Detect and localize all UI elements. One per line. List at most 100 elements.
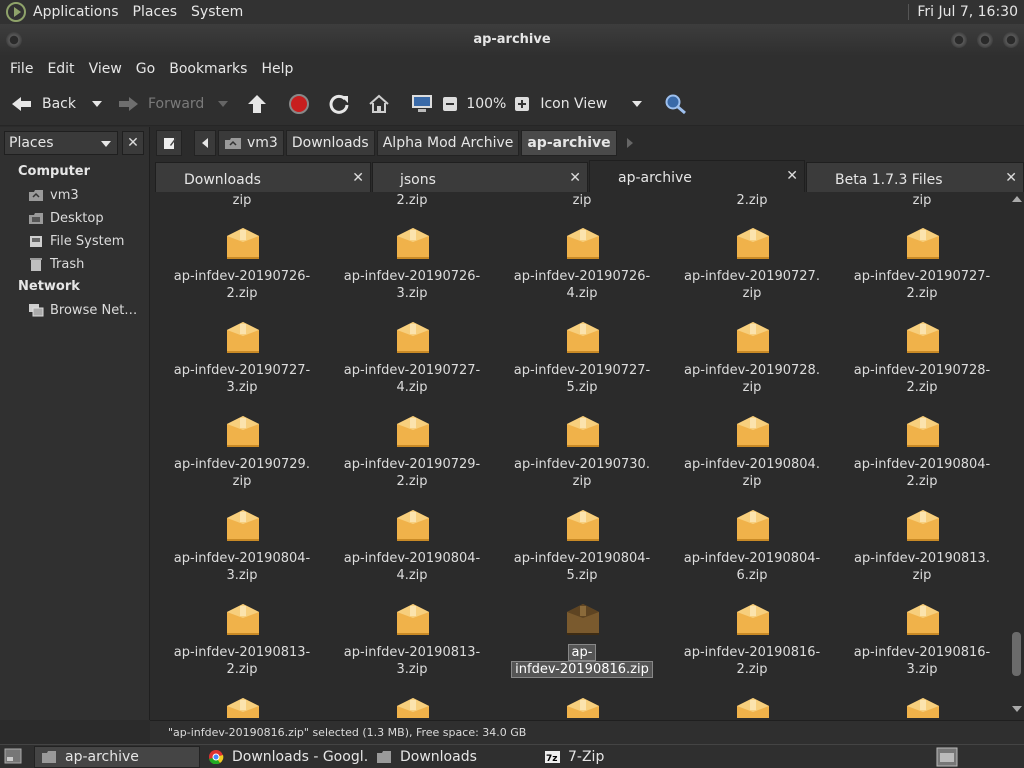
file-label-line-1: ap- xyxy=(567,644,597,661)
file-label: ap-infdev-20190804- 5.zip xyxy=(497,550,667,584)
show-desktop-icon[interactable] xyxy=(4,748,22,764)
scroll-up-arrow-icon[interactable] xyxy=(1012,196,1022,202)
menu-edit[interactable]: Edit xyxy=(40,61,81,77)
chevron-right-icon[interactable] xyxy=(625,137,635,149)
tab-jsons[interactable]: jsons ✕ xyxy=(372,162,588,192)
places-menu[interactable]: Places xyxy=(126,4,185,20)
file-icon-view[interactable]: zip 2.zip zip 2.zip zip ap-infdev-20190726- 2.… xyxy=(155,192,1009,718)
file-label-line-2: zip xyxy=(912,568,932,583)
file-label-line-2: 3.zip xyxy=(906,662,938,677)
reload-icon[interactable] xyxy=(328,93,350,115)
tab-downloads[interactable]: Downloads ✕ xyxy=(155,162,371,192)
folder-icon xyxy=(42,751,56,763)
file-label-line-2: zip xyxy=(232,474,252,489)
sidebar-item-trash[interactable]: Trash xyxy=(28,254,84,274)
sidebar-item-file-system[interactable]: File System xyxy=(28,231,124,251)
close-tab-icon[interactable]: ✕ xyxy=(352,170,364,186)
file-label-line-1: ap-infdev-20190816- xyxy=(683,645,821,660)
taskbar-item-ap-archive[interactable]: ap-archive xyxy=(34,746,200,768)
window-titlebar[interactable]: ap-archive xyxy=(0,24,1024,56)
crumb-ap-archive[interactable]: ap-archive xyxy=(521,130,617,156)
sidebar-item-browse-network[interactable]: Browse Net… xyxy=(28,300,137,320)
scrollbar-thumb[interactable] xyxy=(1012,632,1021,676)
close-window-icon[interactable] xyxy=(1003,32,1019,48)
file-label: ap-infdev-20190726- 2.zip xyxy=(157,268,327,302)
file-label: ap-infdev-20190727- 2.zip xyxy=(837,268,1007,302)
edit-pencil-icon xyxy=(164,137,176,149)
file-label: ap-infdev-20190813. zip xyxy=(837,550,1007,584)
clock[interactable]: Fri Jul 7, 16:30 xyxy=(908,4,1018,20)
workspace-switcher-icon[interactable] xyxy=(936,747,958,767)
home-icon[interactable] xyxy=(368,93,390,115)
zoom-in-icon[interactable] xyxy=(514,96,530,112)
file-label-line-1: ap-infdev-20190728- xyxy=(853,363,991,378)
menu-help[interactable]: Help xyxy=(254,61,300,77)
menu-file[interactable]: File xyxy=(3,61,40,77)
vertical-scrollbar[interactable] xyxy=(1009,192,1024,718)
archive-package-icon xyxy=(565,600,601,638)
file-label-partial: zip xyxy=(912,193,932,208)
crumb-vm3[interactable]: vm3 xyxy=(218,130,284,156)
close-tab-icon[interactable]: ✕ xyxy=(786,168,798,184)
path-scroll-left-button[interactable] xyxy=(194,130,216,156)
tab-beta-1-7-3-files[interactable]: Beta 1.7.3 Files ✕ xyxy=(806,162,1024,192)
sidebar: Places ✕ Computer vm3 Desktop File Syste… xyxy=(0,127,150,720)
tab-ap-archive[interactable]: ap-archive ✕ xyxy=(589,160,805,192)
archive-package-icon xyxy=(225,506,261,544)
up-arrow-icon[interactable] xyxy=(246,93,268,115)
view-mode-dropdown[interactable] xyxy=(632,100,643,107)
applications-menu[interactable]: Applications xyxy=(26,4,126,20)
close-tab-icon[interactable]: ✕ xyxy=(1005,170,1017,186)
sidebar-item-desktop[interactable]: Desktop xyxy=(28,208,104,228)
archive-package-icon xyxy=(565,412,601,450)
network-icon xyxy=(29,304,44,317)
taskbar-item-7zip[interactable]: 7z 7-Zip xyxy=(538,746,704,768)
taskbar-item-downloads[interactable]: Downloads xyxy=(370,746,536,768)
back-history-dropdown[interactable] xyxy=(92,100,102,107)
menu-bookmarks[interactable]: Bookmarks xyxy=(162,61,254,77)
search-icon[interactable] xyxy=(664,93,688,115)
menu-go[interactable]: Go xyxy=(129,61,162,77)
file-label-line-1: ap-infdev-20190727- xyxy=(513,363,651,378)
sidebar-item-vm3[interactable]: vm3 xyxy=(28,185,79,205)
file-label: ap-infdev-20190816- 2.zip xyxy=(667,644,837,678)
file-label-partial: zip xyxy=(232,193,252,208)
close-tab-icon[interactable]: ✕ xyxy=(569,170,581,186)
forward-history-dropdown[interactable] xyxy=(218,100,229,107)
file-label: ap-infdev-20190804- 6.zip xyxy=(667,550,837,584)
forward-button[interactable]: Forward xyxy=(116,94,204,114)
7zip-icon: 7z xyxy=(545,751,560,764)
file-label-partial: zip xyxy=(572,193,592,208)
computer-icon[interactable] xyxy=(410,93,434,115)
toolbar: Back Forward 100% Icon View xyxy=(0,82,1024,126)
archive-package-icon xyxy=(565,318,601,356)
zoom-out-icon[interactable] xyxy=(442,96,458,112)
crumb-downloads[interactable]: Downloads xyxy=(285,130,375,156)
tab-label: Downloads xyxy=(184,172,261,188)
file-label-line-1: ap-infdev-20190727- xyxy=(853,269,991,284)
file-label-line-2: 3.zip xyxy=(396,662,428,677)
file-label-line-2: 3.zip xyxy=(226,568,258,583)
menu-view[interactable]: View xyxy=(82,61,129,77)
stop-icon[interactable] xyxy=(288,93,310,115)
back-button[interactable]: Back xyxy=(10,94,76,114)
file-label-line-1: ap-infdev-20190727- xyxy=(173,363,311,378)
distro-logo-icon[interactable] xyxy=(6,2,26,22)
file-label: ap-infdev-20190730. zip xyxy=(497,456,667,490)
crumb-alpha-mod-archive[interactable]: Alpha Mod Archive xyxy=(376,130,520,156)
taskbar: ap-archive Downloads - Googl… Downloads … xyxy=(0,744,1024,768)
view-mode-select[interactable]: Icon View xyxy=(540,96,626,112)
system-menu[interactable]: System xyxy=(184,4,250,20)
file-label: ap-infdev-20190728. zip xyxy=(667,362,837,396)
scroll-down-arrow-icon[interactable] xyxy=(1012,706,1022,712)
close-sidebar-button[interactable]: ✕ xyxy=(122,131,144,155)
taskbar-item-chrome-downloads[interactable]: Downloads - Googl… xyxy=(202,746,368,768)
edit-location-button[interactable] xyxy=(156,130,182,156)
sidebar-view-select[interactable]: Places xyxy=(4,131,118,155)
maximize-icon[interactable] xyxy=(977,32,993,48)
archive-package-icon xyxy=(225,224,261,262)
window-title: ap-archive xyxy=(473,32,551,47)
archive-package-icon xyxy=(735,318,771,356)
tab-label: ap-archive xyxy=(618,170,692,186)
minimize-icon[interactable] xyxy=(951,32,967,48)
